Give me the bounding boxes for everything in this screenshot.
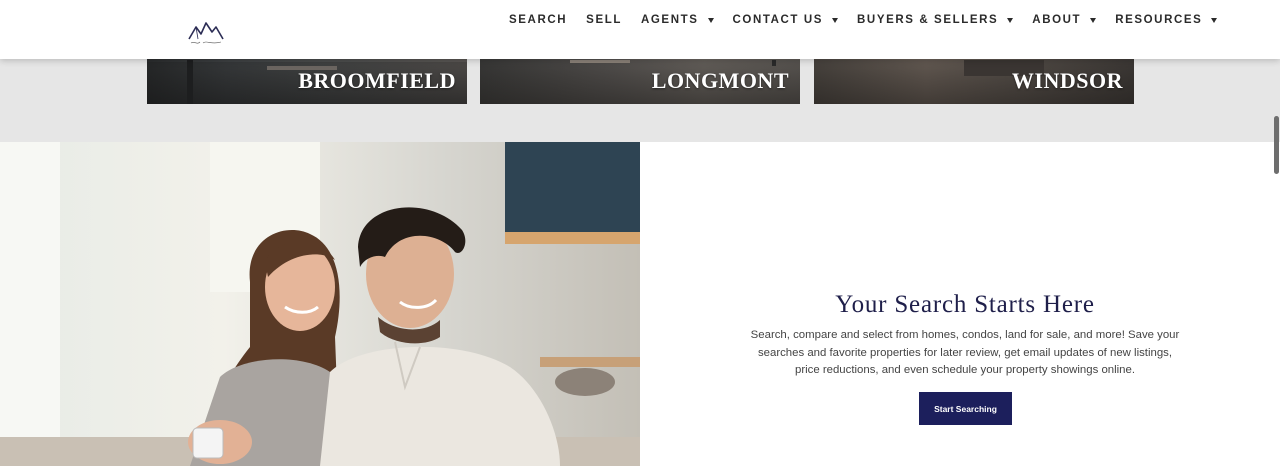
nav-label: BUYERS & SELLERS	[857, 14, 999, 26]
nav-label: ABOUT	[1032, 14, 1082, 26]
nav-sell[interactable]: SELL	[586, 14, 622, 26]
caret-down-icon	[1211, 17, 1218, 23]
promo-description: Search, compare and select from homes, c…	[750, 329, 1180, 376]
city-name: WINDSOR	[1011, 68, 1123, 93]
caret-down-icon	[832, 17, 839, 23]
main-nav: SEARCH SELL AGENTS CONTACT US BUYERS & S…	[509, 0, 1236, 40]
page-scrollbar[interactable]	[1272, 0, 1280, 466]
couple-photo	[0, 142, 640, 466]
search-promo: Your Search Starts Here Search, compare …	[640, 142, 1280, 466]
caret-down-icon	[1007, 17, 1014, 23]
nav-agents[interactable]: AGENTS	[641, 14, 714, 26]
city-name: BROOMFIELD	[298, 68, 456, 93]
nav-search[interactable]: SEARCH	[509, 14, 567, 26]
city-name: LONGMONT	[651, 68, 789, 93]
nav-label: RESOURCES	[1115, 14, 1203, 26]
nav-label: AGENTS	[640, 14, 699, 26]
start-searching-button[interactable]: Start Searching	[919, 392, 1012, 425]
nav-resources[interactable]: RESOURCES	[1115, 14, 1218, 26]
promo-title: Your Search Starts Here	[835, 291, 1095, 318]
nav-about[interactable]: ABOUT	[1032, 14, 1097, 26]
nav-buyers-sellers[interactable]: BUYERS & SELLERS	[857, 14, 1014, 26]
site-header: SEARCH SELL AGENTS CONTACT US BUYERS & S…	[0, 0, 1280, 59]
caret-down-icon	[707, 17, 714, 23]
scrollbar-thumb[interactable]	[1274, 116, 1279, 174]
nav-label: SELL	[586, 14, 622, 26]
nav-contact-us[interactable]: CONTACT US	[733, 14, 839, 26]
search-promo-section: Your Search Starts Here Search, compare …	[0, 142, 1280, 466]
caret-down-icon	[1090, 17, 1097, 23]
nav-label: SEARCH	[509, 14, 568, 26]
nav-label: CONTACT US	[732, 14, 824, 26]
mountain-logo-icon[interactable]	[187, 18, 225, 48]
page: BROOMFIELD LONGMONT WINDSOR SEARCH SELL …	[0, 0, 1280, 466]
